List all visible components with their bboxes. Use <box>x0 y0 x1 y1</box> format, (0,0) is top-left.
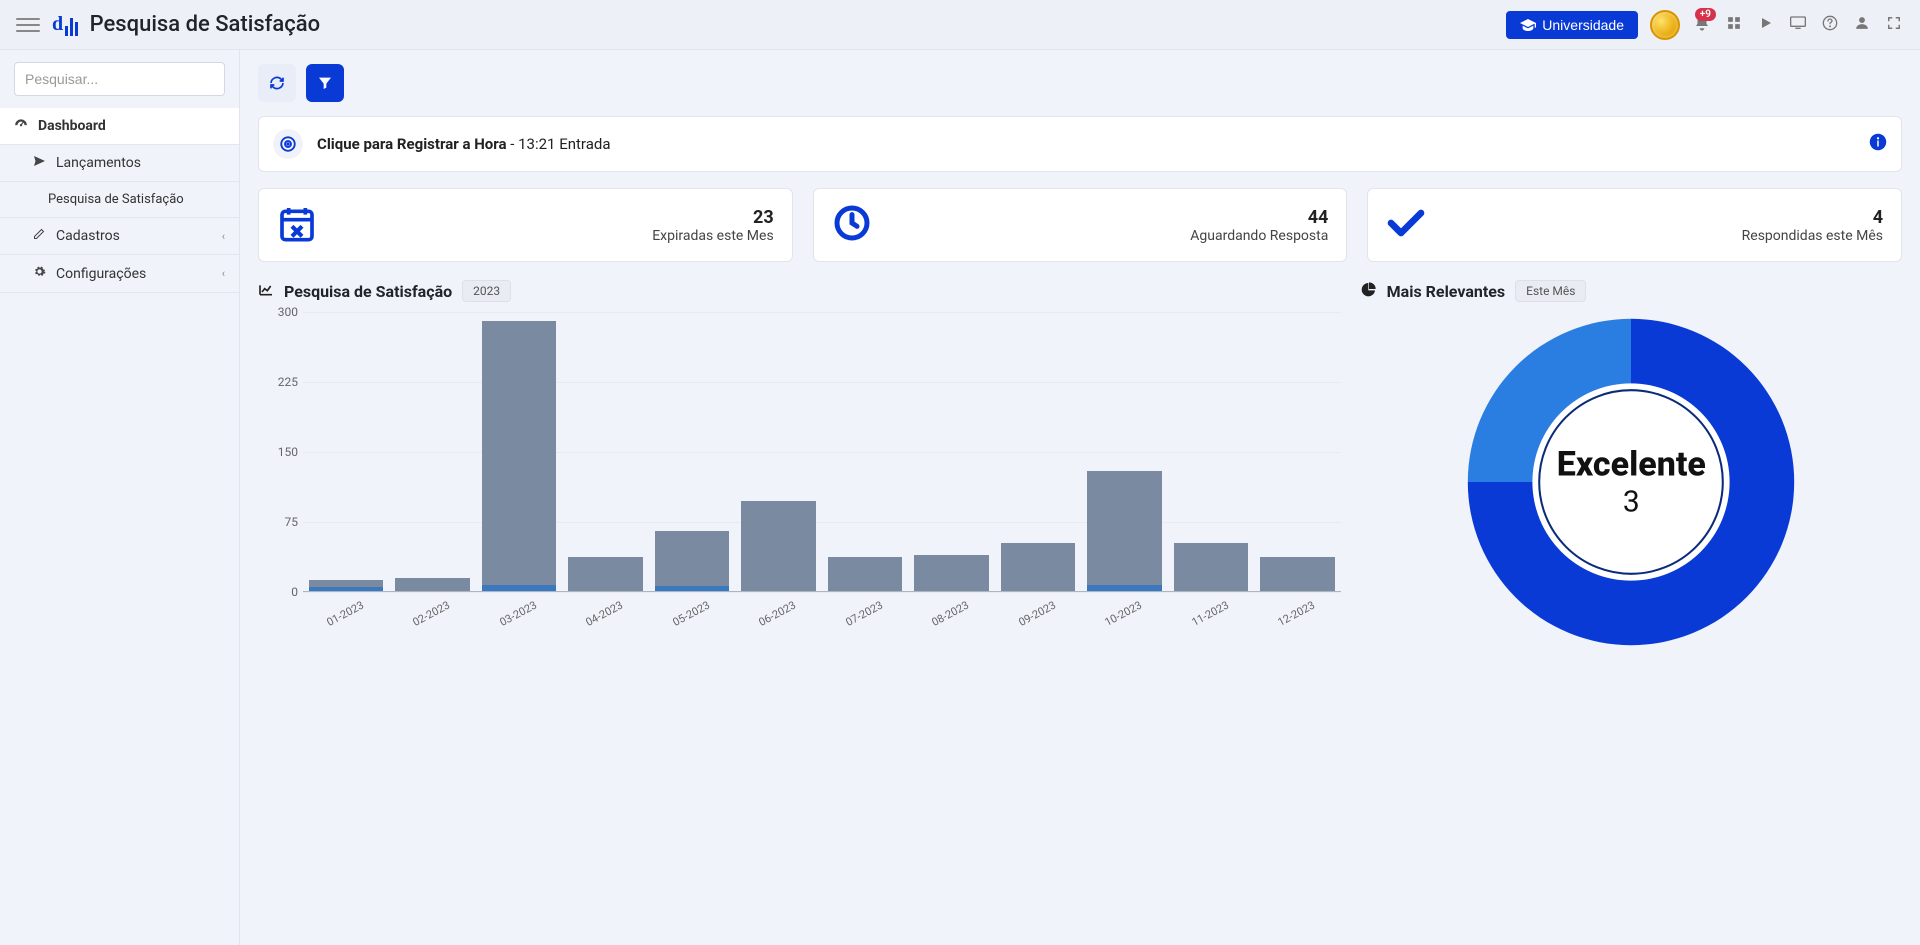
sidebar-label: Cadastros <box>56 228 120 244</box>
stat-label: Aguardando Resposta <box>1190 228 1328 244</box>
sidebar-item-cadastros[interactable]: Cadastros ‹ <box>0 218 239 255</box>
refresh-button[interactable] <box>258 64 296 102</box>
filter-button[interactable] <box>306 64 344 102</box>
donut-center-value: 3 <box>1557 485 1706 520</box>
bar[interactable] <box>568 557 642 592</box>
page-title: Pesquisa de Satisfação <box>90 12 320 37</box>
donut-chart: Excelente 3 <box>1461 312 1801 652</box>
sidebar-item-lancamentos[interactable]: Lançamentos <box>0 145 239 182</box>
x-tick: 04-2023 <box>563 588 653 655</box>
x-tick: 08-2023 <box>909 588 999 655</box>
coin-icon[interactable] <box>1650 10 1680 40</box>
y-tick: 300 <box>258 305 298 319</box>
refresh-icon <box>269 75 285 91</box>
clock-target-icon <box>273 129 303 159</box>
stat-card-waiting[interactable]: 44 Aguardando Resposta <box>813 188 1348 262</box>
sidebar-label: Pesquisa de Satisfação <box>48 192 184 207</box>
fullscreen-icon[interactable] <box>1884 16 1904 34</box>
bar[interactable] <box>1260 557 1334 592</box>
search-input[interactable] <box>14 62 225 96</box>
clock-text: Clique para Registrar a Hora - 13:21 Ent… <box>317 135 610 153</box>
x-tick: 12-2023 <box>1255 588 1345 655</box>
clock-register-bar[interactable]: Clique para Registrar a Hora - 13:21 Ent… <box>258 116 1902 172</box>
x-tick: 06-2023 <box>736 588 826 655</box>
universidade-button[interactable]: Universidade <box>1506 11 1638 39</box>
dashboard-icon <box>14 118 28 134</box>
sidebar-label: Configurações <box>56 266 146 282</box>
app-logo: d <box>52 13 78 36</box>
sidebar-item-dashboard[interactable]: Dashboard <box>0 108 239 145</box>
pie-chart-icon <box>1361 281 1377 301</box>
chart-pill[interactable]: Este Mês <box>1515 280 1586 302</box>
x-tick: 02-2023 <box>391 588 481 655</box>
bar[interactable] <box>828 557 902 592</box>
sidebar-item-pesquisa[interactable]: Pesquisa de Satisfação <box>0 182 239 218</box>
sidebar-label: Dashboard <box>38 118 106 134</box>
sidebar-label: Lançamentos <box>56 155 141 171</box>
notification-badge: +9 <box>1695 8 1716 21</box>
bar[interactable] <box>655 531 729 592</box>
stat-label: Respondidas este Mês <box>1742 228 1883 244</box>
stat-label: Expiradas este Mes <box>652 228 773 244</box>
stat-value: 4 <box>1742 207 1883 228</box>
chart-pill[interactable]: 2023 <box>462 280 511 302</box>
x-tick: 01-2023 <box>304 588 394 655</box>
sidebar-item-configuracoes[interactable]: Configurações ‹ <box>0 255 239 293</box>
bar[interactable] <box>914 555 988 592</box>
universidade-label: Universidade <box>1542 17 1624 33</box>
chart-title: Mais Relevantes <box>1387 282 1505 301</box>
stat-card-expired[interactable]: 23 Expiradas este Mes <box>258 188 793 262</box>
x-tick: 09-2023 <box>996 588 1086 655</box>
donut-chart-card: Mais Relevantes Este Mês Excelente 3 <box>1361 280 1902 652</box>
bar[interactable] <box>1001 543 1075 592</box>
line-chart-icon <box>258 282 274 301</box>
bar[interactable] <box>741 501 815 592</box>
info-icon[interactable] <box>1869 133 1887 156</box>
calendar-x-icon <box>277 203 317 247</box>
bar[interactable] <box>482 321 556 592</box>
bar[interactable] <box>1087 471 1161 592</box>
y-tick: 150 <box>258 445 298 459</box>
bar-chart-card: Pesquisa de Satisfação 2023 0 75 150 225 300… <box>258 280 1341 622</box>
send-icon <box>32 155 46 171</box>
y-tick: 0 <box>258 585 298 599</box>
menu-toggle[interactable] <box>16 13 40 37</box>
stat-value: 23 <box>652 207 773 228</box>
chevron-left-icon: ‹ <box>222 230 225 243</box>
y-tick: 225 <box>258 375 298 389</box>
gear-icon <box>32 265 46 282</box>
chart-title: Pesquisa de Satisfação <box>284 282 452 301</box>
donut-center-label: Excelente <box>1557 445 1706 485</box>
stat-card-answered[interactable]: 4 Respondidas este Mês <box>1367 188 1902 262</box>
stat-value: 44 <box>1190 207 1328 228</box>
bar[interactable] <box>395 578 469 592</box>
user-icon[interactable] <box>1852 15 1872 35</box>
y-tick: 75 <box>258 515 298 529</box>
help-icon[interactable] <box>1820 15 1840 35</box>
x-tick: 10-2023 <box>1082 588 1172 655</box>
notifications-button[interactable]: +9 <box>1692 14 1712 36</box>
graduation-cap-icon <box>1520 19 1536 31</box>
monitor-icon[interactable] <box>1788 16 1808 34</box>
x-tick: 05-2023 <box>650 588 740 655</box>
x-tick: 11-2023 <box>1169 588 1259 655</box>
play-icon[interactable] <box>1756 16 1776 34</box>
edit-icon <box>32 228 46 244</box>
filter-icon <box>317 75 333 91</box>
clock-icon <box>832 203 872 247</box>
check-icon <box>1386 207 1426 243</box>
grid-apps-icon[interactable] <box>1724 16 1744 34</box>
bar[interactable] <box>1174 543 1248 592</box>
x-tick: 03-2023 <box>477 588 567 655</box>
chevron-left-icon: ‹ <box>222 267 225 280</box>
x-tick: 07-2023 <box>823 588 913 655</box>
